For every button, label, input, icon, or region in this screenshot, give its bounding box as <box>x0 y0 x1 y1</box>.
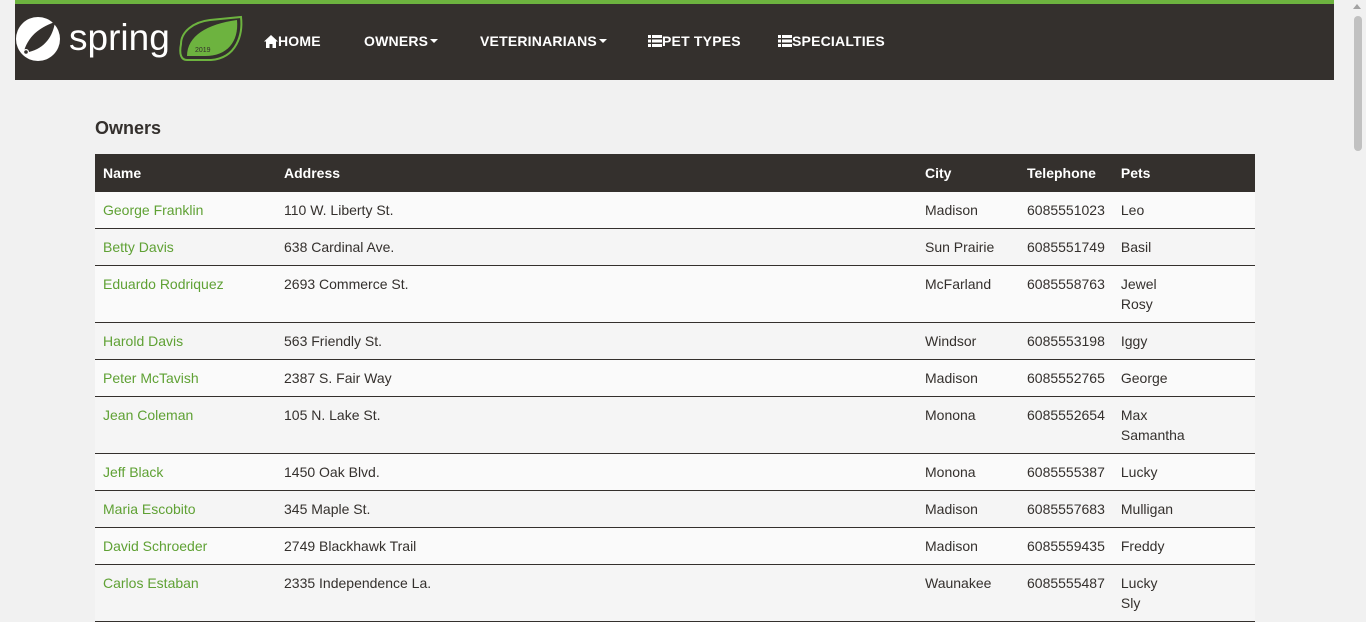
nav-pet-types[interactable]: PET TYPES <box>648 33 741 49</box>
owner-city: Windsor <box>917 322 1019 360</box>
caret-down-icon <box>430 39 439 43</box>
owner-pets: Freddy <box>1112 527 1255 565</box>
owner-address: 2693 Commerce St. <box>276 265 917 323</box>
owner-address: 105 N. Lake St. <box>276 396 917 454</box>
owner-telephone: 6085558763 <box>1019 265 1113 323</box>
owner-city: Madison <box>917 359 1019 397</box>
logo-text: spring <box>69 17 170 58</box>
owner-address: 2387 S. Fair Way <box>276 359 917 397</box>
header-name[interactable]: Name <box>95 154 276 192</box>
owner-telephone: 6085557683 <box>1019 490 1113 528</box>
owner-name-link[interactable]: Peter McTavish <box>103 370 199 386</box>
nav-home[interactable]: HOME <box>264 33 321 49</box>
owner-name-link[interactable]: Eduardo Rodriquez <box>103 276 224 292</box>
table-row: Betty Davis 638 Cardinal Ave. Sun Prairi… <box>95 228 1255 266</box>
owner-address: 110 W. Liberty St. <box>276 192 917 229</box>
owner-telephone: 6085552765 <box>1019 359 1113 397</box>
vertical-scrollbar[interactable] <box>1349 0 1366 613</box>
pet-name: Rosy <box>1120 296 1153 312</box>
header-telephone[interactable]: Telephone <box>1019 154 1113 192</box>
owner-pets: Mulligan <box>1112 490 1255 528</box>
owner-city: Madison <box>917 527 1019 565</box>
owner-pets: Max Samantha <box>1112 396 1255 454</box>
owner-name-link[interactable]: Carlos Estaban <box>103 575 199 591</box>
owner-pets: Jewel Rosy <box>1112 265 1255 323</box>
owner-name-link[interactable]: David Schroeder <box>103 538 207 554</box>
owner-name-link[interactable]: Betty Davis <box>103 239 174 255</box>
table-row: Maria Escobito 345 Maple St. Madison 608… <box>95 490 1255 528</box>
owner-city: Madison <box>917 490 1019 528</box>
owner-name-link[interactable]: Jeff Black <box>103 464 163 480</box>
owner-pets: George <box>1112 359 1255 397</box>
owner-name-link[interactable]: George Franklin <box>103 202 203 218</box>
page-title: Owners <box>95 118 162 138</box>
table-row: George Franklin 110 W. Liberty St. Madis… <box>95 192 1255 229</box>
pet-name: George <box>1120 370 1168 386</box>
pet-name: Jewel <box>1120 276 1157 292</box>
owner-pets: Leo <box>1112 192 1255 229</box>
caret-down-icon <box>598 39 607 43</box>
list-icon <box>778 35 792 47</box>
owners-table: Name Address City Telephone Pets George … <box>95 154 1255 622</box>
pet-name: Mulligan <box>1120 501 1174 517</box>
spring-logo[interactable]: spring 2019 <box>15 14 245 66</box>
nav-pet-types-label: PET TYPES <box>662 33 741 49</box>
pet-name: Leo <box>1120 202 1145 218</box>
pet-name: Samantha <box>1120 427 1185 443</box>
owner-telephone: 6085552654 <box>1019 396 1113 454</box>
owner-address: 638 Cardinal Ave. <box>276 228 917 266</box>
pet-name: Sly <box>1120 595 1141 611</box>
scroll-up-arrow-icon[interactable] <box>1353 4 1361 9</box>
table-row: Harold Davis 563 Friendly St. Windsor 60… <box>95 322 1255 360</box>
header-pets[interactable]: Pets <box>1112 154 1255 192</box>
owner-pets: Basil <box>1112 228 1255 266</box>
nav-specialties[interactable]: SPECIALTIES <box>778 33 885 49</box>
scrollbar-thumb[interactable] <box>1354 16 1362 151</box>
nav-owners-dropdown[interactable]: OWNERS <box>364 33 439 49</box>
owner-telephone: 6085551023 <box>1019 192 1113 229</box>
pet-name: Lucky <box>1120 464 1158 480</box>
owner-address: 1450 Oak Blvd. <box>276 453 917 491</box>
pet-name: Freddy <box>1120 538 1165 554</box>
owner-city: Madison <box>917 192 1019 229</box>
owner-name-link[interactable]: Jean Coleman <box>103 407 193 423</box>
pet-name: Lucky <box>1120 575 1158 591</box>
owner-telephone: 6085553198 <box>1019 322 1113 360</box>
header-address[interactable]: Address <box>276 154 917 192</box>
list-icon <box>648 35 662 47</box>
owner-pets: Iggy <box>1112 322 1255 360</box>
owner-address: 345 Maple St. <box>276 490 917 528</box>
table-header-row: Name Address City Telephone Pets <box>95 154 1255 192</box>
nav-home-label: HOME <box>278 33 321 49</box>
nav-owners-label: OWNERS <box>364 33 429 49</box>
nav-veterinarians-label: VETERINARIANS <box>480 33 597 49</box>
table-row: Jean Coleman 105 N. Lake St. Monona 6085… <box>95 396 1255 454</box>
pet-name: Max <box>1120 407 1148 423</box>
owner-pets: Lucky <box>1112 453 1255 491</box>
table-row: Eduardo Rodriquez 2693 Commerce St. McFa… <box>95 265 1255 323</box>
owner-city: Sun Prairie <box>917 228 1019 266</box>
owner-name-link[interactable]: Maria Escobito <box>103 501 196 517</box>
pet-name: Basil <box>1120 239 1152 255</box>
header-city[interactable]: City <box>917 154 1019 192</box>
owner-city: McFarland <box>917 265 1019 323</box>
owner-telephone: 6085559435 <box>1019 527 1113 565</box>
nav-specialties-label: SPECIALTIES <box>792 33 885 49</box>
owner-telephone: 6085555387 <box>1019 453 1113 491</box>
top-navbar: spring 2019 HOME OWNERS VETERINARIANS PE… <box>15 0 1334 80</box>
table-row: Peter McTavish 2387 S. Fair Way Madison … <box>95 359 1255 397</box>
owner-city: Monona <box>917 396 1019 454</box>
owner-address: 2749 Blackhawk Trail <box>276 527 917 565</box>
owner-telephone: 6085551749 <box>1019 228 1113 266</box>
nav-veterinarians-dropdown[interactable]: VETERINARIANS <box>480 33 607 49</box>
owner-name-link[interactable]: Harold Davis <box>103 333 183 349</box>
home-icon <box>264 34 278 48</box>
owner-address: 563 Friendly St. <box>276 322 917 360</box>
table-row: Jeff Black 1450 Oak Blvd. Monona 6085555… <box>95 453 1255 491</box>
owner-city: Monona <box>917 453 1019 491</box>
table-row: David Schroeder 2749 Blackhawk Trail Mad… <box>95 527 1255 565</box>
pet-name: Iggy <box>1120 333 1148 349</box>
logo-badge-text: 2019 <box>195 47 211 54</box>
